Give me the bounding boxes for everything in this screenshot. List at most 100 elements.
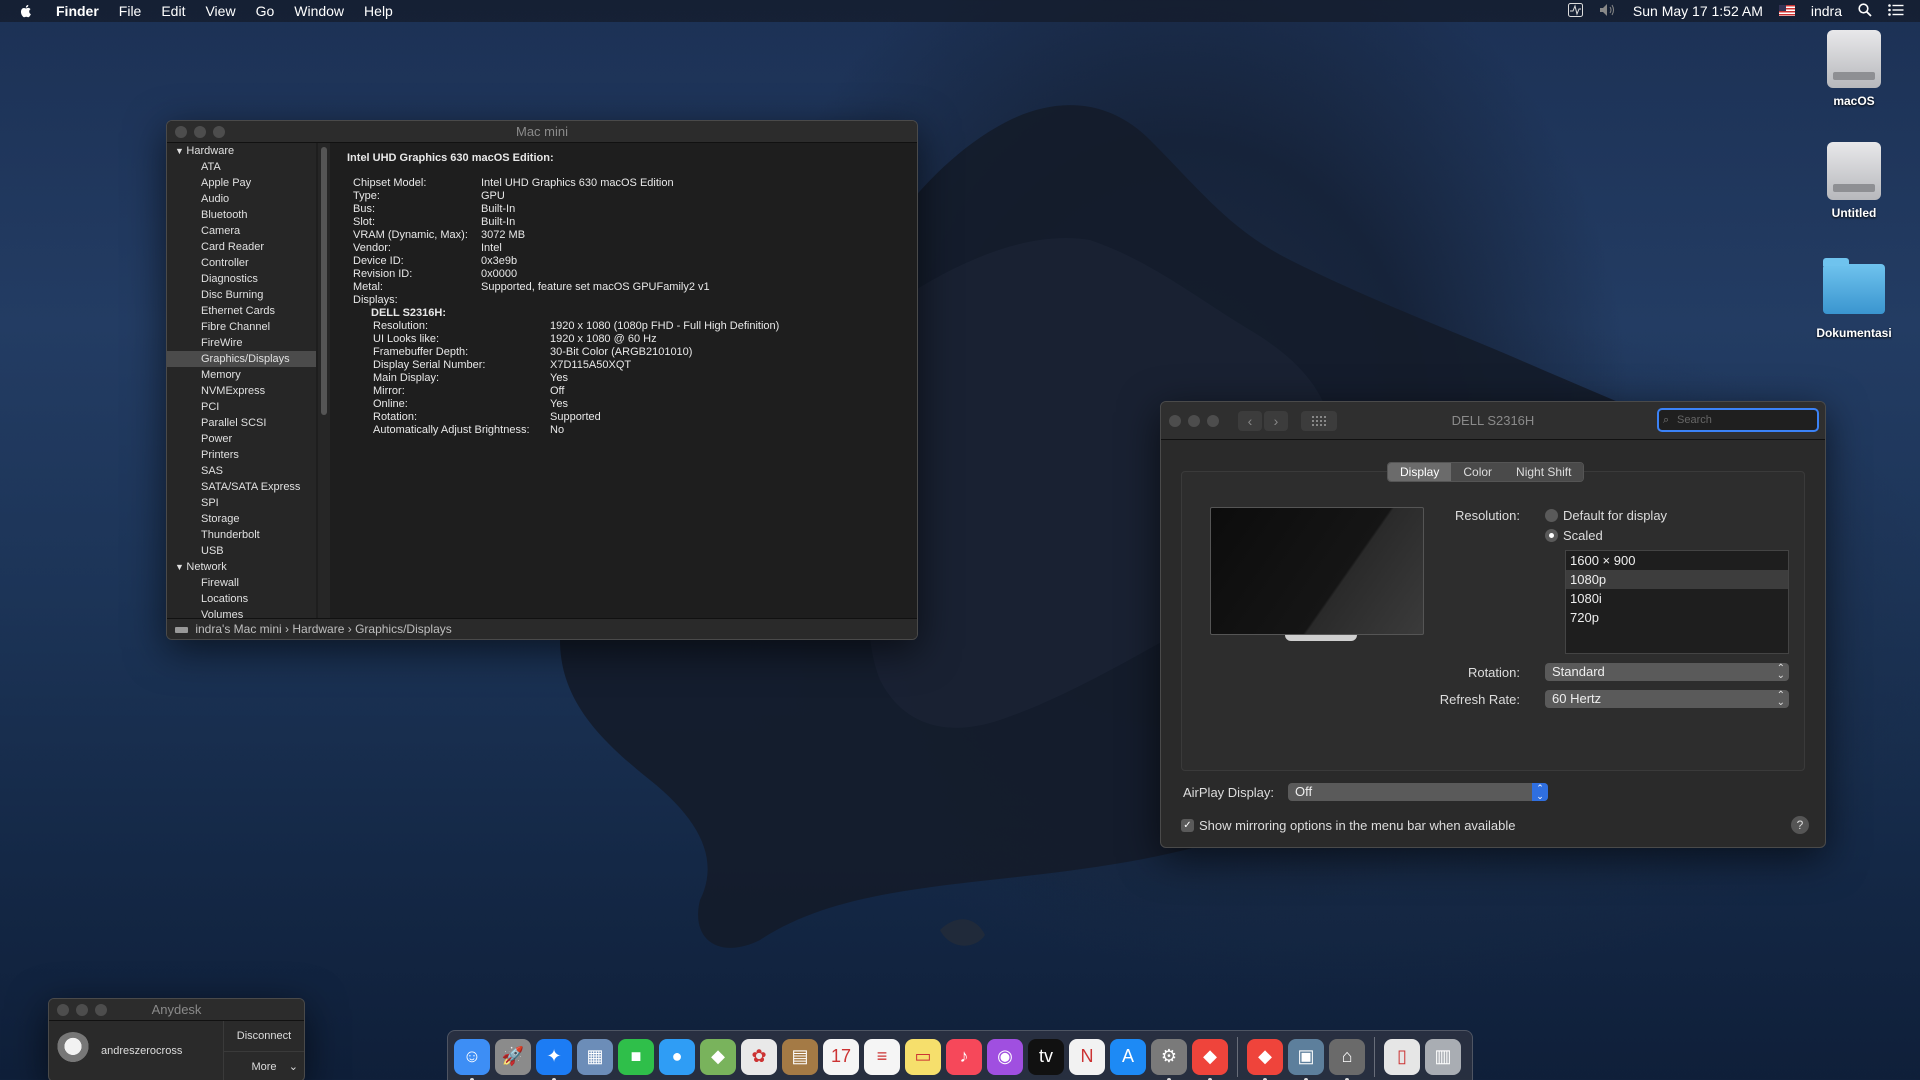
preview-icon[interactable]: ▦ xyxy=(577,1038,613,1075)
maps-icon[interactable]: ◆ xyxy=(700,1038,736,1075)
window-titlebar[interactable]: Mac mini xyxy=(167,121,917,143)
sidebar-item[interactable]: Audio xyxy=(167,191,316,207)
rotation-popup[interactable]: Standard ⌃ ⌄ xyxy=(1545,663,1789,681)
sidebar-item[interactable]: Fibre Channel xyxy=(167,319,316,335)
volume-icon[interactable] xyxy=(1591,3,1625,20)
zoom-button[interactable] xyxy=(95,1004,107,1016)
menu-go[interactable]: Go xyxy=(246,0,285,22)
forward-button[interactable]: › xyxy=(1264,411,1288,431)
apple-tv-icon[interactable]: tv xyxy=(1028,1038,1064,1075)
trash-icon[interactable]: ▥ xyxy=(1425,1038,1461,1075)
disclosure-triangle-icon[interactable]: ▼ xyxy=(175,146,186,156)
system-information-icon[interactable]: ▣ xyxy=(1288,1038,1324,1080)
anydesk-icon[interactable]: ◆ xyxy=(1192,1038,1228,1080)
back-button[interactable]: ‹ xyxy=(1238,411,1262,431)
sidebar-item[interactable]: Controller xyxy=(167,255,316,271)
sidebar-item[interactable]: Apple Pay xyxy=(167,175,316,191)
sidebar-group[interactable]: ▼ Network xyxy=(167,559,316,575)
sidebar-item[interactable]: Diagnostics xyxy=(167,271,316,287)
zoom-button[interactable] xyxy=(213,126,225,138)
document-icon[interactable]: ▯ xyxy=(1384,1038,1420,1075)
launchpad-icon[interactable]: 🚀 xyxy=(495,1038,531,1075)
radio-default-for-display[interactable]: Default for display xyxy=(1545,508,1667,523)
safari-icon[interactable]: ✦ xyxy=(536,1038,572,1080)
minimize-button[interactable] xyxy=(1188,415,1200,427)
clock-datetime[interactable]: Sun May 17 1:52 AM xyxy=(1625,3,1771,19)
photos-icon[interactable]: ✿ xyxy=(741,1038,777,1075)
sidebar-item[interactable]: Ethernet Cards xyxy=(167,303,316,319)
calendar-icon[interactable]: 17 xyxy=(823,1038,859,1075)
refresh-rate-popup[interactable]: 60 Hertz ⌃ ⌄ xyxy=(1545,690,1789,708)
menu-help[interactable]: Help xyxy=(354,0,403,22)
sidebar-item[interactable]: Bluetooth xyxy=(167,207,316,223)
resolution-option[interactable]: 1600 × 900 xyxy=(1566,551,1788,570)
spotlight-search-icon[interactable] xyxy=(1850,2,1880,20)
sidebar-item[interactable]: Printers xyxy=(167,447,316,463)
more-button[interactable]: More ⌄ xyxy=(224,1052,304,1080)
zoom-button[interactable] xyxy=(1207,415,1219,427)
minimize-button[interactable] xyxy=(194,126,206,138)
mirroring-options-checkbox[interactable]: Show mirroring options in the menu bar w… xyxy=(1181,818,1516,833)
sidebar-item[interactable]: SATA/SATA Express xyxy=(167,479,316,495)
menu-window[interactable]: Window xyxy=(284,0,354,22)
airplay-display-popup[interactable]: Off ⌃ ⌄ xyxy=(1288,783,1548,801)
resolution-option[interactable]: 720p xyxy=(1566,608,1788,627)
messages-icon[interactable]: ● xyxy=(659,1038,695,1075)
menu-app-finder[interactable]: Finder xyxy=(46,0,109,22)
resolution-option[interactable]: 1080p xyxy=(1566,570,1788,589)
path-hardware[interactable]: Hardware xyxy=(292,622,344,636)
us-flag-input-icon[interactable] xyxy=(1771,3,1803,19)
sidebar-item[interactable]: FireWire xyxy=(167,335,316,351)
menubar-user[interactable]: indra xyxy=(1803,3,1850,19)
window-titlebar[interactable]: Anydesk xyxy=(49,999,304,1021)
sidebar-item[interactable]: Locations xyxy=(167,591,316,607)
sidebar-scrollbar[interactable] xyxy=(318,143,330,618)
sidebar-item[interactable]: SAS xyxy=(167,463,316,479)
apple-menu-icon[interactable] xyxy=(18,3,34,19)
menu-edit[interactable]: Edit xyxy=(151,0,195,22)
radio-scaled[interactable]: Scaled xyxy=(1545,528,1603,543)
sidebar-item[interactable]: Thunderbolt xyxy=(167,527,316,543)
desktop-icon-macos[interactable]: macOS xyxy=(1794,30,1914,108)
close-button[interactable] xyxy=(1169,415,1181,427)
window-titlebar[interactable]: ‹ › DELL S2316H ⌕ Search xyxy=(1161,402,1825,440)
anydesk-doc-icon[interactable]: ◆ xyxy=(1247,1038,1283,1080)
sidebar-item[interactable]: Card Reader xyxy=(167,239,316,255)
path-graphics[interactable]: Graphics/Displays xyxy=(355,622,452,636)
desktop-icon-dokumentasi[interactable]: Dokumentasi xyxy=(1794,258,1914,340)
app-store-icon[interactable]: A xyxy=(1110,1038,1146,1075)
disconnect-button[interactable]: Disconnect xyxy=(224,1021,304,1052)
sidebar-item[interactable]: Disc Burning xyxy=(167,287,316,303)
system-preferences-icon[interactable]: ⚙ xyxy=(1151,1038,1187,1080)
search-input[interactable]: ⌕ Search xyxy=(1657,408,1819,432)
tab-color[interactable]: Color xyxy=(1451,463,1505,481)
activity-monitor-icon[interactable] xyxy=(1560,2,1591,20)
resolution-option[interactable]: 1080i xyxy=(1566,589,1788,608)
sidebar-item[interactable]: Power xyxy=(167,431,316,447)
sidebar-group[interactable]: ▼ Hardware xyxy=(167,143,316,159)
notification-center-icon[interactable] xyxy=(1880,3,1920,19)
resolution-list[interactable]: 1600 × 900 1080p 1080i 720p xyxy=(1565,550,1789,654)
minimize-button[interactable] xyxy=(76,1004,88,1016)
tab-night-shift[interactable]: Night Shift xyxy=(1504,463,1584,481)
sidebar-item[interactable]: USB xyxy=(167,543,316,559)
show-all-button[interactable] xyxy=(1301,411,1337,431)
sidebar-item[interactable]: PCI xyxy=(167,399,316,415)
sidebar-item[interactable]: Firewall xyxy=(167,575,316,591)
finder-icon[interactable]: ☺ xyxy=(454,1038,490,1080)
close-button[interactable] xyxy=(57,1004,69,1016)
disclosure-triangle-icon[interactable]: ▼ xyxy=(175,562,186,572)
sidebar-item[interactable]: ATA xyxy=(167,159,316,175)
music-icon[interactable]: ♪ xyxy=(946,1038,982,1075)
hanger-icon[interactable]: ⌂ xyxy=(1329,1038,1365,1080)
path-computer[interactable]: indra's Mac mini xyxy=(195,622,281,636)
facetime-icon[interactable]: ■ xyxy=(618,1038,654,1075)
reminders-icon[interactable]: ≡ xyxy=(864,1038,900,1075)
sidebar-item[interactable]: SPI xyxy=(167,495,316,511)
notes-icon[interactable]: ▭ xyxy=(905,1038,941,1075)
desktop-icon-untitled[interactable]: Untitled xyxy=(1794,142,1914,220)
sidebar-item[interactable]: Parallel SCSI xyxy=(167,415,316,431)
tab-display[interactable]: Display xyxy=(1388,463,1452,481)
close-button[interactable] xyxy=(175,126,187,138)
sidebar-item[interactable]: Camera xyxy=(167,223,316,239)
